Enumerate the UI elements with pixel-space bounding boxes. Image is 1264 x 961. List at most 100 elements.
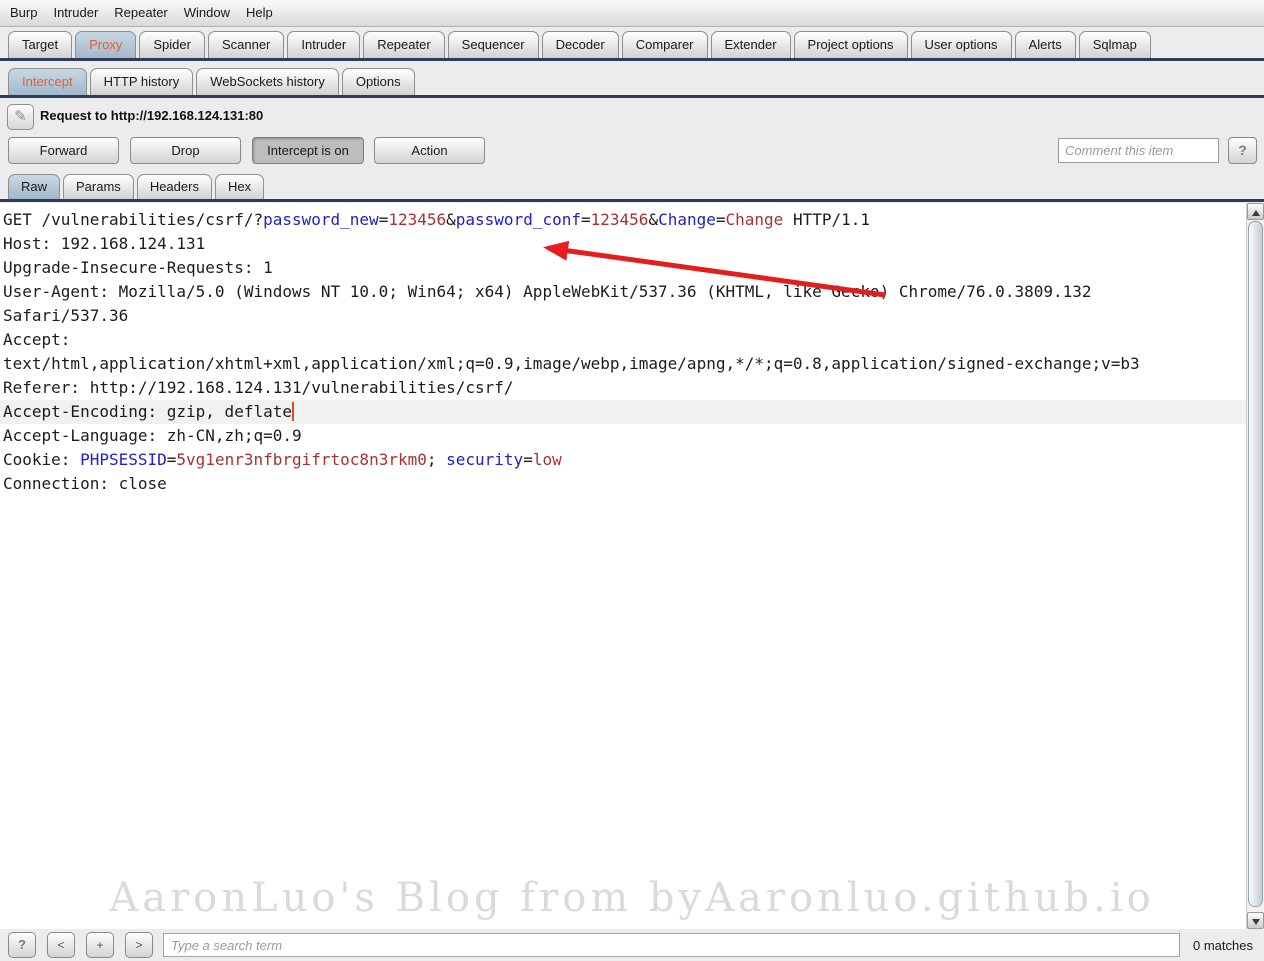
request-text-segment: = <box>523 450 533 469</box>
intercept-toggle-button[interactable]: Intercept is on <box>252 137 364 164</box>
request-editor[interactable]: GET /vulnerabilities/csrf/?password_new=… <box>0 203 1246 929</box>
request-text-segment: Safari/537.36 <box>3 306 128 325</box>
request-text-segment: & <box>446 210 456 229</box>
tab-decoder[interactable]: Decoder <box>542 31 619 58</box>
request-text-segment: Change <box>658 210 716 229</box>
tab-comparer[interactable]: Comparer <box>622 31 708 58</box>
request-line[interactable]: Referer: http://192.168.124.131/vulnerab… <box>0 376 1246 400</box>
search-next-button[interactable]: > <box>125 932 153 958</box>
request-text-segment: Accept: <box>3 330 70 349</box>
tab-scanner[interactable]: Scanner <box>208 31 284 58</box>
search-bar: ? < + > 0 matches <box>0 929 1264 961</box>
tab-hex[interactable]: Hex <box>215 174 264 199</box>
request-text-segment: 123456 <box>388 210 446 229</box>
comment-input[interactable] <box>1058 138 1219 163</box>
edit-comment-button[interactable]: ✎ <box>7 104 34 130</box>
request-line[interactable]: GET /vulnerabilities/csrf/?password_new=… <box>0 208 1246 232</box>
tab-http-history[interactable]: HTTP history <box>90 68 194 95</box>
request-line[interactable]: Upgrade-Insecure-Requests: 1 <box>0 256 1246 280</box>
request-line[interactable]: Host: 192.168.124.131 <box>0 232 1246 256</box>
tab-sequencer[interactable]: Sequencer <box>448 31 539 58</box>
scroll-up-button[interactable] <box>1247 203 1264 220</box>
request-text-segment: ; <box>427 450 446 469</box>
menu-help[interactable]: Help <box>238 0 281 26</box>
request-text-segment: Host: 192.168.124.131 <box>3 234 205 253</box>
request-text-segment: 5vg1enr3nfbrgifrtoc8n3rkm0 <box>176 450 426 469</box>
request-text-segment: security <box>446 450 523 469</box>
request-text-segment: text/html,application/xhtml+xml,applicat… <box>3 354 1140 373</box>
request-text-segment: = <box>716 210 726 229</box>
forward-button[interactable]: Forward <box>8 137 119 164</box>
vertical-scrollbar[interactable] <box>1246 203 1264 929</box>
search-prev-button[interactable]: < <box>47 932 75 958</box>
matches-count-label: 0 matches <box>1193 938 1253 953</box>
request-text-segment: low <box>533 450 562 469</box>
request-text-segment: & <box>648 210 658 229</box>
request-text-segment: HTTP/1.1 <box>783 210 870 229</box>
request-line[interactable]: Accept-Encoding: gzip, deflate <box>0 400 1246 424</box>
tab-sqlmap[interactable]: Sqlmap <box>1079 31 1151 58</box>
arrow-up-icon <box>1252 210 1260 216</box>
request-text-segment: 123456 <box>591 210 649 229</box>
request-text-segment: password_new <box>263 210 379 229</box>
request-text-segment: Connection: close <box>3 474 167 493</box>
tab-proxy[interactable]: Proxy <box>75 31 136 58</box>
tab-intercept[interactable]: Intercept <box>8 68 87 95</box>
tab-repeater[interactable]: Repeater <box>363 31 444 58</box>
help-button[interactable]: ? <box>1228 137 1257 164</box>
tab-project-options[interactable]: Project options <box>794 31 908 58</box>
tab-user-options[interactable]: User options <box>911 31 1012 58</box>
tab-alerts[interactable]: Alerts <box>1015 31 1076 58</box>
request-bar: ✎ Request to http://192.168.124.131:80 <box>0 100 1264 134</box>
request-text-segment: Accept-Language: zh-CN,zh;q=0.9 <box>3 426 302 445</box>
scroll-down-button[interactable] <box>1247 912 1264 929</box>
menu-bar: BurpIntruderRepeaterWindowHelp <box>0 0 1264 27</box>
main-tab-row: TargetProxySpiderScannerIntruderRepeater… <box>0 28 1264 61</box>
tab-spider[interactable]: Spider <box>139 31 205 58</box>
request-text-segment: Change <box>726 210 784 229</box>
menu-repeater[interactable]: Repeater <box>106 0 175 26</box>
request-line[interactable]: text/html,application/xhtml+xml,applicat… <box>0 352 1246 376</box>
request-text-segment: Upgrade-Insecure-Requests: 1 <box>3 258 273 277</box>
burp-suite-window: BurpIntruderRepeaterWindowHelp TargetPro… <box>0 0 1264 961</box>
tab-options[interactable]: Options <box>342 68 415 95</box>
menu-window[interactable]: Window <box>176 0 238 26</box>
request-text-segment: = <box>167 450 177 469</box>
search-case-button[interactable]: + <box>86 932 114 958</box>
tab-params[interactable]: Params <box>63 174 134 199</box>
request-line[interactable]: Accept-Language: zh-CN,zh;q=0.9 <box>0 424 1246 448</box>
intercept-controls: Forward Drop Intercept is on Action ? <box>0 137 1264 165</box>
request-line[interactable]: Accept: <box>0 328 1246 352</box>
search-input[interactable] <box>163 933 1180 957</box>
menu-burp[interactable]: Burp <box>2 0 45 26</box>
request-line[interactable]: User-Agent: Mozilla/5.0 (Windows NT 10.0… <box>0 280 1246 304</box>
tab-raw[interactable]: Raw <box>8 174 60 199</box>
request-editor-lines: GET /vulnerabilities/csrf/?password_new=… <box>0 208 1246 496</box>
request-text-segment: Referer: http://192.168.124.131/vulnerab… <box>3 378 514 397</box>
request-text-segment: = <box>379 210 389 229</box>
request-text-segment: Accept-Encoding: gzip, deflate <box>3 402 292 421</box>
proxy-tab-row: InterceptHTTP historyWebSockets historyO… <box>0 63 1264 98</box>
tab-extender[interactable]: Extender <box>711 31 791 58</box>
text-cursor <box>292 402 294 421</box>
request-text-segment: User-Agent: Mozilla/5.0 (Windows NT 10.0… <box>3 282 1092 301</box>
request-line[interactable]: Safari/537.36 <box>0 304 1246 328</box>
request-text-segment: = <box>581 210 591 229</box>
drop-button[interactable]: Drop <box>130 137 241 164</box>
request-text-segment: GET /vulnerabilities/csrf/? <box>3 210 263 229</box>
request-to-label: Request to http://192.168.124.131:80 <box>40 108 263 123</box>
scrollbar-thumb[interactable] <box>1248 221 1263 907</box>
tab-target[interactable]: Target <box>8 31 72 58</box>
tab-intruder[interactable]: Intruder <box>287 31 360 58</box>
pencil-icon: ✎ <box>14 108 27 125</box>
search-help-button[interactable]: ? <box>8 932 36 958</box>
request-line[interactable]: Connection: close <box>0 472 1246 496</box>
message-tab-row: RawParamsHeadersHex <box>0 172 1264 202</box>
request-line[interactable]: Cookie: PHPSESSID=5vg1enr3nfbrgifrtoc8n3… <box>0 448 1246 472</box>
action-button[interactable]: Action <box>374 137 485 164</box>
request-text-segment: password_conf <box>456 210 581 229</box>
menu-intruder[interactable]: Intruder <box>45 0 106 26</box>
arrow-down-icon <box>1252 919 1260 925</box>
tab-headers[interactable]: Headers <box>137 174 212 199</box>
tab-websockets-history[interactable]: WebSockets history <box>196 68 339 95</box>
